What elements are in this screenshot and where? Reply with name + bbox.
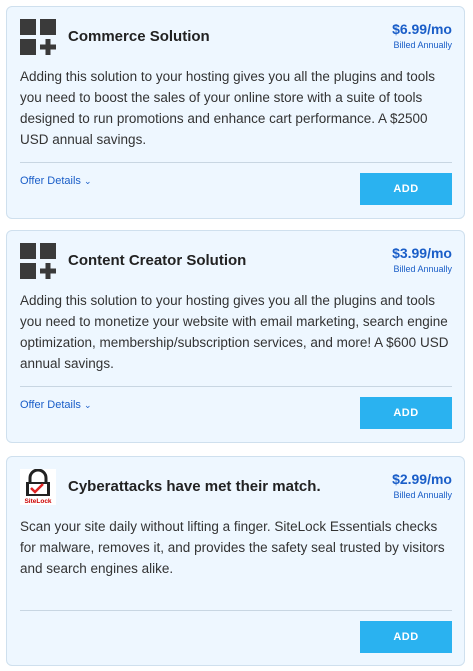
- card-title: Cyberattacks have met their match.: [68, 478, 321, 495]
- billing-cycle: Billed Annually: [393, 40, 452, 50]
- add-button[interactable]: ADD: [360, 173, 452, 205]
- price: $3.99/mo: [392, 245, 452, 261]
- add-button[interactable]: ADD: [360, 397, 452, 429]
- divider: [20, 610, 452, 611]
- offer-details-link[interactable]: Offer Details ⌄: [20, 399, 91, 411]
- product-card-commerce: Commerce Solution $6.99/mo Billed Annual…: [6, 6, 465, 219]
- price: $2.99/mo: [392, 471, 452, 487]
- offer-details-label: Offer Details: [20, 399, 81, 411]
- product-card-sitelock: SiteLock Cyberattacks have met their mat…: [6, 456, 465, 666]
- divider: [20, 386, 452, 387]
- offer-details-label: Offer Details: [20, 175, 81, 187]
- add-button[interactable]: ADD: [360, 621, 452, 653]
- offer-details-link[interactable]: Offer Details ⌄: [20, 175, 91, 187]
- grid-plus-icon: [20, 19, 56, 55]
- svg-text:SiteLock: SiteLock: [24, 498, 51, 505]
- price: $6.99/mo: [392, 21, 452, 37]
- billing-cycle: Billed Annually: [393, 490, 452, 500]
- chevron-down-icon: ⌄: [83, 176, 92, 186]
- billing-cycle: Billed Annually: [393, 264, 452, 274]
- product-card-content-creator: Content Creator Solution $3.99/mo Billed…: [6, 230, 465, 443]
- card-description: Adding this solution to your hosting giv…: [20, 69, 436, 147]
- divider: [20, 162, 452, 163]
- chevron-down-icon: ⌄: [83, 400, 92, 410]
- card-description: Adding this solution to your hosting giv…: [20, 293, 449, 371]
- sitelock-logo: SiteLock: [20, 469, 56, 505]
- card-title: Content Creator Solution: [68, 252, 247, 269]
- card-title: Commerce Solution: [68, 28, 210, 45]
- grid-plus-icon: [20, 243, 56, 279]
- card-description: Scan your site daily without lifting a f…: [20, 519, 445, 576]
